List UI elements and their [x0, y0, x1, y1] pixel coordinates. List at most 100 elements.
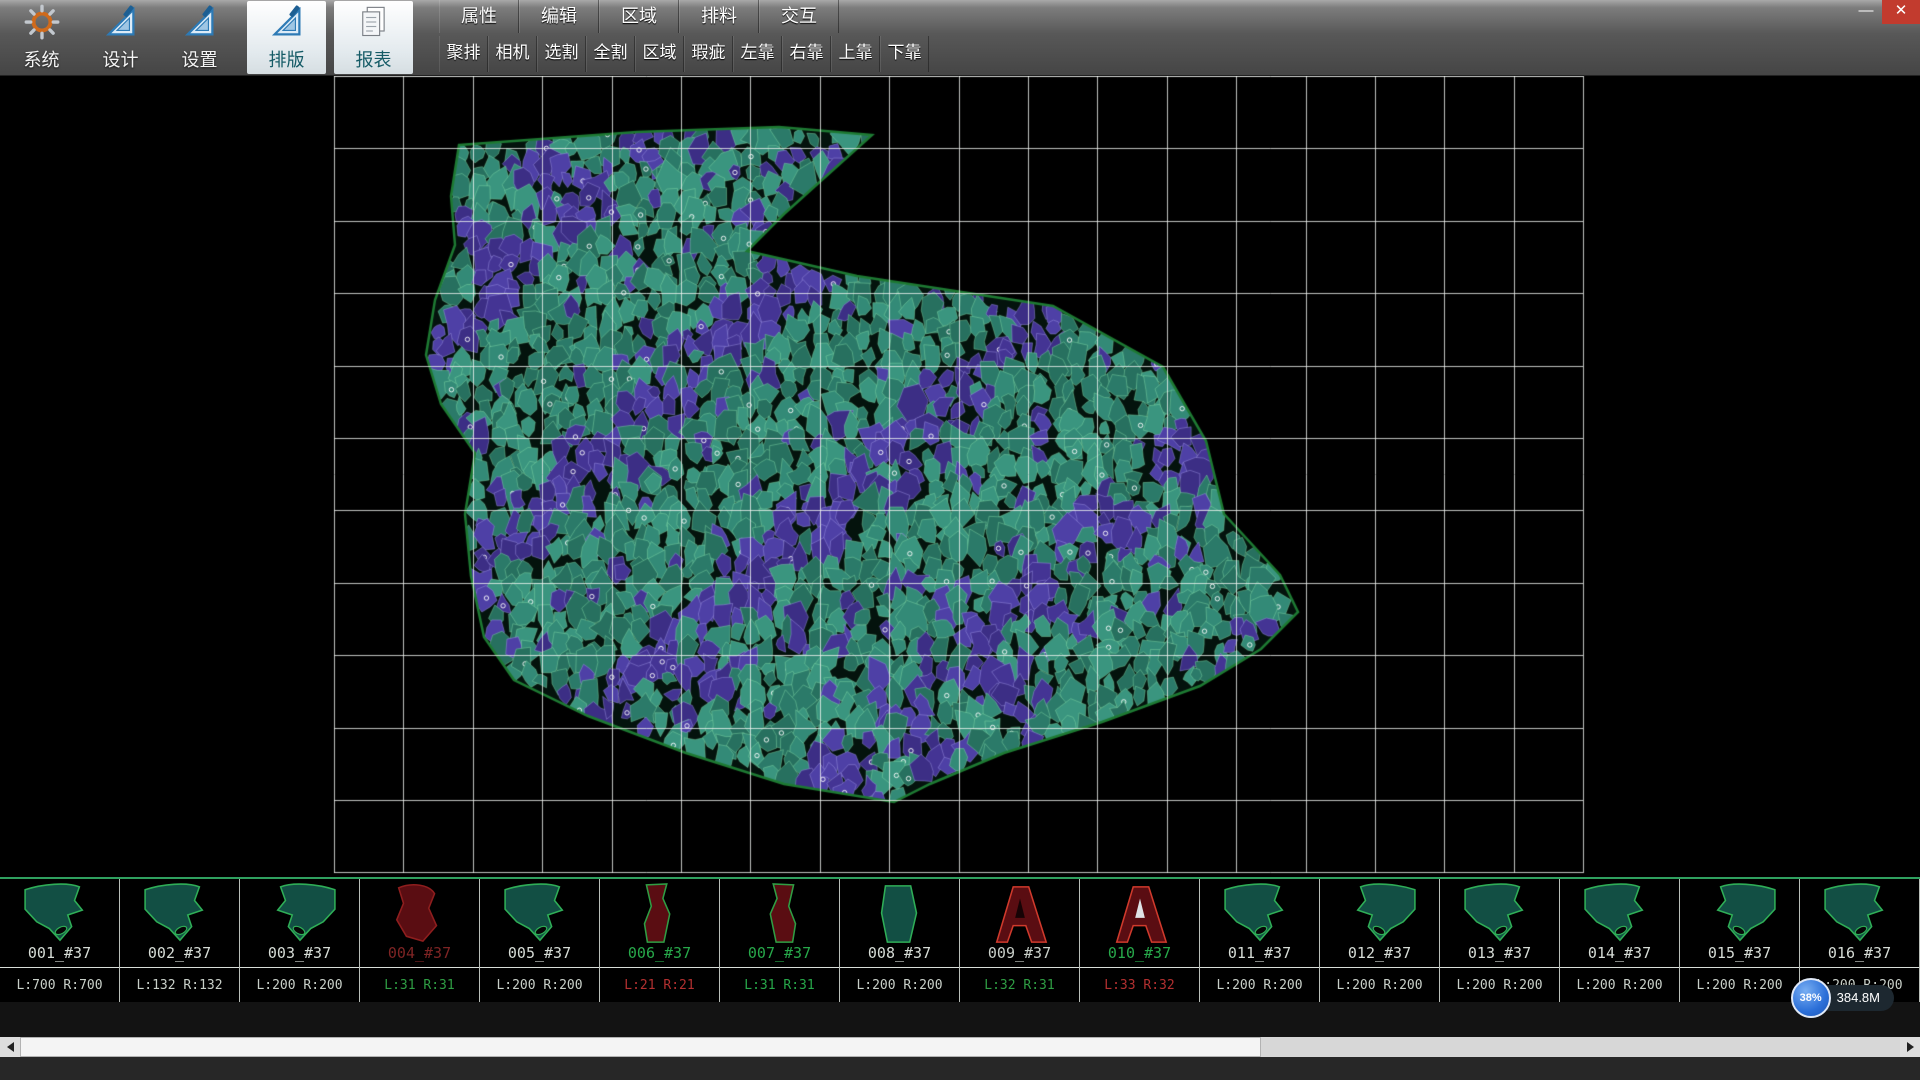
scrollbar-track[interactable] [20, 1037, 1900, 1057]
piece-thumbnail[interactable]: 007_#37L:31 R:31 [720, 879, 840, 1002]
piece-name: 003_#37 [240, 945, 359, 964]
piece-lr-count: L:200 R:200 [1680, 968, 1799, 1002]
piece-shape-preview [1320, 879, 1439, 949]
piece-lr-count: L:200 R:200 [1200, 968, 1319, 1002]
piece-shape-preview [1680, 879, 1799, 949]
piece-lr-count: L:200 R:200 [480, 968, 599, 1002]
menu-tab-nest-material[interactable]: 排料 [679, 0, 759, 33]
piece-thumbnail[interactable]: 013_#37L:200 R:200 [1440, 879, 1560, 1002]
piece-thumbnail[interactable]: 006_#37L:21 R:21 [600, 879, 720, 1002]
ribbon-big-buttons: 系统设计设置排版 报表 [0, 0, 413, 75]
piece-lr-count: L:200 R:200 [240, 968, 359, 1002]
piece-shape-icon [1687, 882, 1793, 946]
piece-lr-count: L:200 R:200 [1320, 968, 1439, 1002]
piece-shape-preview [600, 879, 719, 949]
piece-lr-count: L:132 R:132 [120, 968, 239, 1002]
piece-lr-count: L:33 R:32 [1080, 968, 1199, 1002]
piece-thumbnail[interactable]: 002_#37 L:132 R:132 [120, 879, 240, 1002]
piece-shape-preview [960, 879, 1079, 949]
tool-button-camera[interactable]: 相机 [488, 36, 537, 72]
piece-shape-preview [1440, 879, 1559, 949]
tool-button-snap-right[interactable]: 右靠 [782, 36, 831, 72]
piece-lr-count: L:32 R:31 [960, 968, 1079, 1002]
bottom-gap-band [0, 1002, 1920, 1037]
tool-button-snap-left[interactable]: 左靠 [733, 36, 782, 72]
menu-tab-interaction[interactable]: 交互 [759, 0, 839, 33]
piece-thumbnail[interactable]: 012_#37 L:200 R:200 [1320, 879, 1440, 1002]
scroll-left-arrow[interactable] [0, 1037, 20, 1057]
piece-lr-count: L:700 R:700 [0, 968, 119, 1002]
piece-thumbnail[interactable]: 004_#37L:31 R:31 [360, 879, 480, 1002]
ribbon-button-label: 排版 [269, 46, 305, 72]
piece-thumbnail[interactable]: 010_#37 L:33 R:32 [1080, 879, 1200, 1002]
ribbon-button-design[interactable]: 设计 [81, 0, 160, 75]
scroll-right-arrow[interactable] [1900, 1037, 1920, 1057]
ruler-icon [269, 4, 305, 45]
ribbon-button-system[interactable]: 系统 [2, 0, 81, 75]
tool-button-snap-bottom[interactable]: 下靠 [880, 36, 929, 72]
nesting-canvas[interactable] [0, 76, 1920, 877]
progress-badge: 38% [1791, 978, 1831, 1018]
tool-button-cut-all[interactable]: 全割 [586, 36, 635, 72]
piece-name: 002_#37 [120, 945, 239, 964]
menu-tab-region[interactable]: 区域 [599, 0, 679, 33]
piece-thumbnail[interactable]: 001_#37 L:700 R:700 [0, 879, 120, 1002]
piece-name: 015_#37 [1680, 945, 1799, 964]
tool-button-select-cut[interactable]: 选割 [537, 36, 586, 72]
piece-thumbnail[interactable]: 015_#37 L:200 R:200 [1680, 879, 1800, 1002]
piece-thumbnail[interactable]: 014_#37 L:200 R:200 [1560, 879, 1680, 1002]
ribbon-button-nesting[interactable]: 排版 [247, 1, 326, 74]
scrollbar-thumb[interactable] [20, 1037, 1261, 1057]
piece-thumbnail[interactable]: 009_#37 L:32 R:31 [960, 879, 1080, 1002]
ribbon-menu: 属性编辑区域排料交互 聚排相机选割全割区域瑕疵左靠右靠上靠下靠 [439, 0, 929, 75]
report-icon [356, 4, 392, 45]
piece-name: 012_#37 [1320, 945, 1439, 964]
piece-name: 014_#37 [1560, 945, 1679, 964]
menu-tab-properties[interactable]: 属性 [439, 0, 519, 33]
piece-name: 011_#37 [1200, 945, 1319, 964]
ruler-icon [103, 4, 139, 45]
piece-shape-icon [1567, 882, 1673, 946]
ribbon-button-label: 报表 [356, 46, 392, 72]
tool-buttons: 聚排相机选割全割区域瑕疵左靠右靠上靠下靠 [439, 33, 929, 75]
piece-thumbnail[interactable]: 003_#37 L:200 R:200 [240, 879, 360, 1002]
ribbon-button-report[interactable]: 报表 [334, 1, 413, 74]
ribbon-button-label: 系统 [24, 46, 60, 72]
status-badge: 38% 384.8M [1791, 978, 1894, 1018]
piece-lr-count: L:200 R:200 [1440, 968, 1559, 1002]
piece-name: 001_#37 [0, 945, 119, 964]
piece-shape-preview [1080, 879, 1199, 949]
horizontal-scrollbar[interactable] [0, 1037, 1920, 1057]
piece-shape-preview [1200, 879, 1319, 949]
piece-lr-count: L:21 R:21 [600, 968, 719, 1002]
piece-shape-preview [480, 879, 599, 949]
piece-thumbnail-strip: 001_#37 L:700 R:700002_#37 L:132 R:132003_… [0, 877, 1920, 1002]
piece-lr-count: L:200 R:200 [1560, 968, 1679, 1002]
footer-band [0, 1057, 1920, 1080]
close-button[interactable]: ✕ [1882, 0, 1920, 24]
piece-shape-icon [367, 882, 473, 946]
piece-name: 009_#37 [960, 945, 1079, 964]
piece-shape-preview [0, 879, 119, 949]
minimize-button[interactable]: — [1850, 0, 1882, 24]
menu-tabs: 属性编辑区域排料交互 [439, 0, 929, 33]
piece-lr-count: L:200 R:200 [840, 968, 959, 1002]
ruler-icon [182, 4, 218, 45]
piece-shape-icon [1207, 882, 1313, 946]
piece-shape-preview [1560, 879, 1679, 949]
tool-button-snap-top[interactable]: 上靠 [831, 36, 880, 72]
right-arrow-icon [1907, 1042, 1914, 1052]
piece-name: 016_#37 [1800, 945, 1919, 964]
piece-thumbnail[interactable]: 005_#37L:200 R:200 [480, 879, 600, 1002]
tool-button-defect[interactable]: 瑕疵 [684, 36, 733, 72]
piece-shape-icon [1807, 882, 1913, 946]
ribbon-button-settings[interactable]: 设置 [160, 0, 239, 75]
piece-name: 010_#37 [1080, 945, 1199, 964]
piece-shape-preview [360, 879, 479, 949]
tool-button-region[interactable]: 区域 [635, 36, 684, 72]
piece-thumbnail[interactable]: 008_#37L:200 R:200 [840, 879, 960, 1002]
piece-thumbnail[interactable]: 011_#37 L:200 R:200 [1200, 879, 1320, 1002]
tool-button-cluster-nest[interactable]: 聚排 [439, 36, 488, 72]
menu-tab-edit[interactable]: 编辑 [519, 0, 599, 33]
piece-shape-preview [720, 879, 839, 949]
